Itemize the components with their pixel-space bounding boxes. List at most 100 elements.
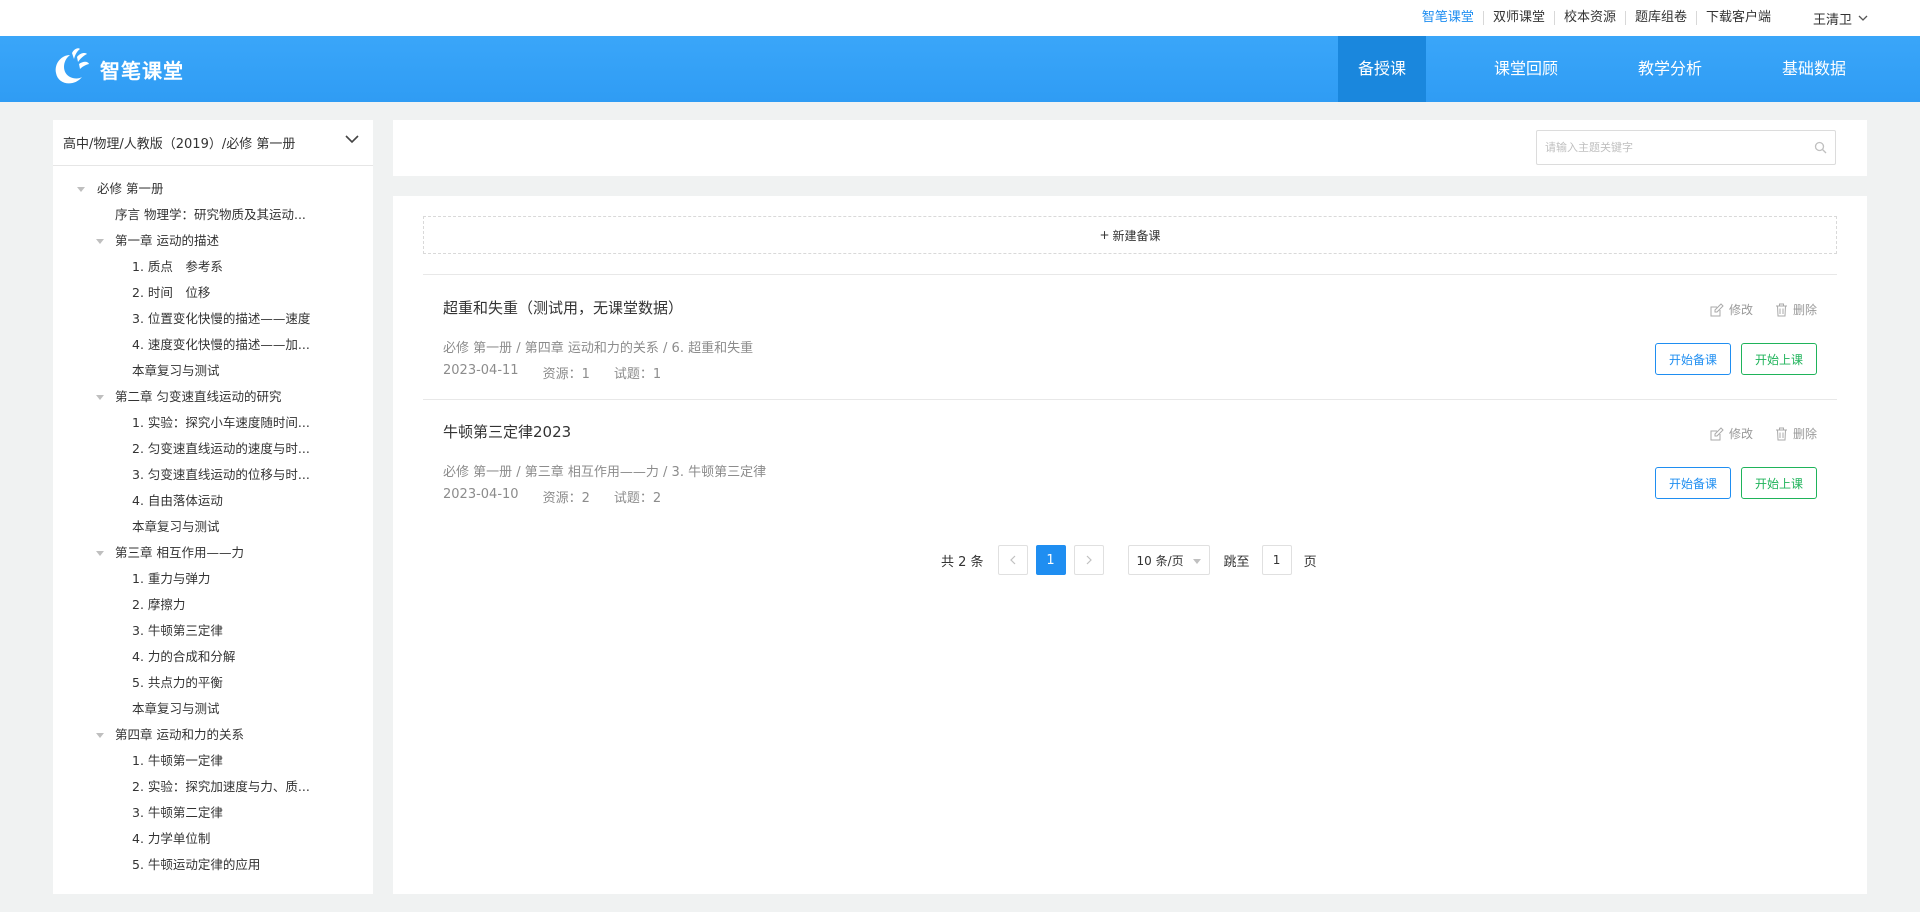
pagination: 共 2 条 1 10 条/页 跳至 页: [941, 545, 1317, 575]
edit-button[interactable]: 修改: [1710, 425, 1753, 442]
tree-node[interactable]: 3. 匀变速直线运动的位移与时...: [53, 462, 373, 488]
lesson-questions: 试题：2: [613, 491, 662, 506]
search-box[interactable]: [1536, 130, 1836, 165]
tree-node[interactable]: 第一章 运动的描述: [53, 228, 373, 254]
prev-page-button[interactable]: [997, 545, 1028, 575]
logo-text: 智笔课堂: [100, 58, 184, 83]
tree-node-label: 5. 共点力的平衡: [132, 675, 223, 690]
tree-node-label: 第三章 相互作用——力: [115, 545, 244, 560]
trash-icon: [1775, 427, 1787, 440]
tree-node[interactable]: 3. 牛顿第三定律: [53, 618, 373, 644]
tree-node[interactable]: 1. 实验：探究小车速度随时间...: [53, 410, 373, 436]
toplink-school-resources[interactable]: 校本资源: [1553, 11, 1625, 25]
caret-down-icon[interactable]: [96, 395, 104, 400]
tree-node-label: 2. 时间 位移: [132, 285, 211, 300]
app-logo[interactable]: 智笔课堂: [52, 47, 184, 91]
tree-node[interactable]: 1. 牛顿第一定律: [53, 748, 373, 774]
tree-node[interactable]: 本章复习与测试: [53, 358, 373, 384]
tree-node[interactable]: 1. 重力与弹力: [53, 566, 373, 592]
tree-node[interactable]: 4. 力学单位制: [53, 826, 373, 852]
lesson-title[interactable]: 牛顿第三定律2023: [443, 421, 571, 442]
tree-node-label: 第四章 运动和力的关系: [115, 727, 244, 742]
tree-node-label: 5. 牛顿运动定律的应用: [132, 857, 261, 872]
caret-down-icon[interactable]: [96, 551, 104, 556]
tree-node-label: 1. 重力与弹力: [132, 571, 211, 586]
tree-node[interactable]: 4. 力的合成和分解: [53, 644, 373, 670]
tree-node[interactable]: 3. 位置变化快慢的描述——速度: [53, 306, 373, 332]
tree-node[interactable]: 4. 自由落体运动: [53, 488, 373, 514]
start-prepare-button[interactable]: 开始备课: [1654, 343, 1731, 375]
chapter-tree: 必修 第一册序言 物理学：研究物质及其运动... 第一章 运动的描述 1. 质点 参…: [53, 166, 373, 878]
edit-icon: [1710, 426, 1724, 440]
tree-node-label: 本章复习与测试: [132, 519, 220, 534]
plus-icon: +: [1099, 228, 1110, 242]
delete-button[interactable]: 删除: [1775, 425, 1817, 442]
toplink-dual-teacher[interactable]: 双师课堂: [1482, 11, 1554, 25]
tree-node-label: 2. 实验：探究加速度与力、质...: [132, 779, 310, 794]
tree-node-label: 3. 位置变化快慢的描述——速度: [132, 311, 311, 326]
tree-node[interactable]: 2. 时间 位移: [53, 280, 373, 306]
tree-node[interactable]: 必修 第一册: [53, 176, 373, 202]
chevron-left-icon: [1009, 555, 1015, 565]
start-class-button[interactable]: 开始上课: [1740, 467, 1817, 499]
tree-node-label: 4. 力的合成和分解: [132, 649, 236, 664]
edit-icon: [1710, 302, 1724, 316]
lesson-questions: 试题：1: [613, 367, 662, 382]
tree-node[interactable]: 3. 牛顿第二定律: [53, 800, 373, 826]
page-number-button[interactable]: 1: [1035, 545, 1066, 575]
page-size-value: 10 条/页: [1136, 553, 1184, 568]
textbook-selector[interactable]: 高中/物理/人教版（2019）/必修 第一册: [53, 120, 373, 166]
toplink-download-client[interactable]: 下载客户端: [1695, 11, 1780, 25]
tree-node-label: 必修 第一册: [97, 181, 164, 196]
caret-down-icon[interactable]: [96, 733, 104, 738]
toplink-question-bank[interactable]: 题库组卷: [1624, 11, 1696, 25]
page-size-select[interactable]: 10 条/页: [1127, 545, 1210, 575]
caret-down-icon[interactable]: [96, 239, 104, 244]
user-name: 王清卫: [1812, 12, 1852, 28]
search-input[interactable]: [1545, 141, 1814, 154]
tree-node-label: 3. 匀变速直线运动的位移与时...: [132, 467, 310, 482]
tree-node[interactable]: 1. 质点 参考系: [53, 254, 373, 280]
tree-node[interactable]: 第四章 运动和力的关系: [53, 722, 373, 748]
tree-node[interactable]: 第三章 相互作用——力: [53, 540, 373, 566]
nav-teaching-analysis[interactable]: 教学分析: [1598, 36, 1742, 102]
tree-node[interactable]: 2. 实验：探究加速度与力、质...: [53, 774, 373, 800]
lesson-title[interactable]: 超重和失重（测试用，无课堂数据）: [443, 297, 683, 318]
caret-down-icon[interactable]: [77, 187, 85, 192]
search-panel: [393, 120, 1867, 176]
lesson-item: 牛顿第三定律2023 必修 第一册 / 第三章 相互作用——力 / 3. 牛顿第…: [423, 399, 1837, 523]
tree-node[interactable]: 2. 匀变速直线运动的速度与时...: [53, 436, 373, 462]
start-prepare-button[interactable]: 开始备课: [1654, 467, 1731, 499]
tree-node[interactable]: 序言 物理学：研究物质及其运动...: [53, 202, 373, 228]
search-icon[interactable]: [1814, 141, 1827, 154]
tree-node[interactable]: 5. 牛顿运动定律的应用: [53, 852, 373, 878]
nav-prepare-teach[interactable]: 备授课: [1338, 36, 1426, 102]
tree-node[interactable]: 第二章 匀变速直线运动的研究: [53, 384, 373, 410]
user-menu[interactable]: 王清卫: [1813, 0, 1868, 36]
tree-node[interactable]: 5. 共点力的平衡: [53, 670, 373, 696]
tree-node[interactable]: 本章复习与测试: [53, 514, 373, 540]
tree-node-label: 本章复习与测试: [132, 363, 220, 378]
edit-button[interactable]: 修改: [1710, 301, 1753, 318]
next-page-button[interactable]: [1073, 545, 1104, 575]
toplink-zhibi[interactable]: 智笔课堂: [1413, 11, 1483, 25]
lesson-date: 2023-04-11: [443, 363, 519, 378]
lesson-date: 2023-04-10: [443, 487, 519, 502]
caret-down-icon: [1192, 559, 1201, 564]
tree-node[interactable]: 本章复习与测试: [53, 696, 373, 722]
tree-node-label: 4. 力学单位制: [132, 831, 211, 846]
tree-node-label: 4. 速度变化快慢的描述——加...: [132, 337, 310, 352]
main-nav: 备授课 课堂回顾 教学分析 基础数据: [1338, 36, 1886, 102]
tree-node-label: 2. 摩擦力: [132, 597, 186, 612]
trash-icon: [1775, 303, 1787, 316]
delete-button[interactable]: 删除: [1775, 301, 1817, 318]
new-lesson-button[interactable]: + 新建备课: [423, 216, 1837, 254]
tree-node[interactable]: 4. 速度变化快慢的描述——加...: [53, 332, 373, 358]
textbook-selector-value: 高中/物理/人教版（2019）/必修 第一册: [63, 137, 296, 152]
nav-basic-data[interactable]: 基础数据: [1742, 36, 1886, 102]
lesson-ops: 修改 删除: [1688, 301, 1817, 318]
tree-node[interactable]: 2. 摩擦力: [53, 592, 373, 618]
start-class-button[interactable]: 开始上课: [1740, 343, 1817, 375]
nav-class-review[interactable]: 课堂回顾: [1454, 36, 1598, 102]
jump-page-input[interactable]: [1261, 545, 1292, 575]
